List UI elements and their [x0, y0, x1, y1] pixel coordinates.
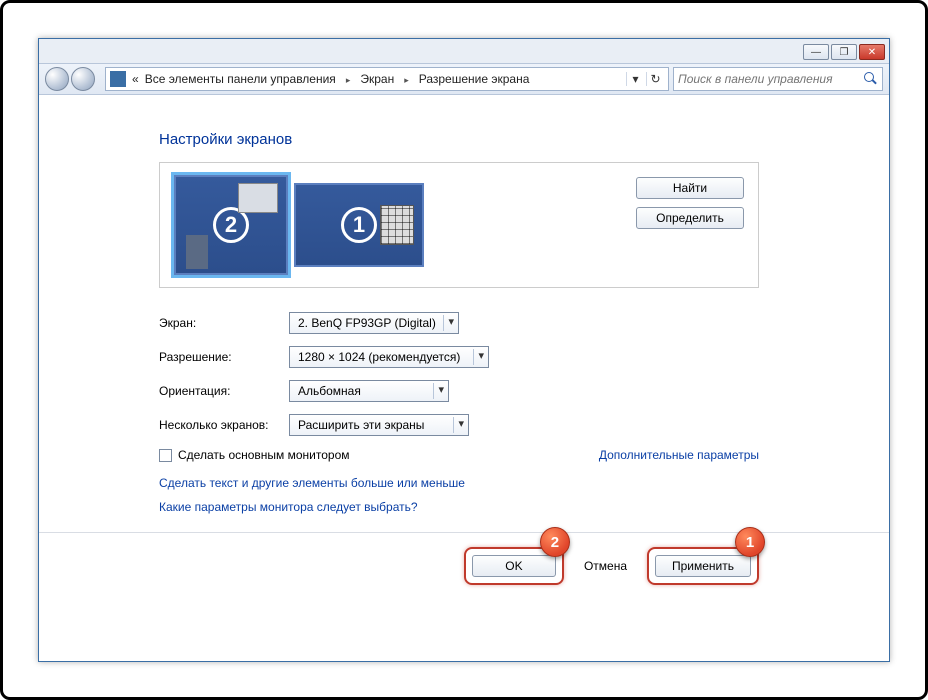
- content-area: Настройки экранов 2 1 Найти Определить Э…: [39, 95, 889, 661]
- monitor-1[interactable]: 1: [294, 183, 424, 267]
- ok-button[interactable]: OK: [472, 555, 556, 577]
- minimize-button[interactable]: —: [803, 44, 829, 60]
- apply-button[interactable]: Применить: [655, 555, 751, 577]
- callout-badge: 2: [540, 527, 570, 557]
- make-main-label: Сделать основным монитором: [178, 448, 350, 462]
- search-input[interactable]: [678, 72, 864, 86]
- cancel-button[interactable]: Отмена: [578, 555, 633, 577]
- keypad-icon: [380, 205, 414, 245]
- screen-label: Экран:: [159, 316, 289, 330]
- monitor-number: 1: [341, 207, 377, 243]
- orientation-dropdown[interactable]: Альбомная: [289, 380, 449, 402]
- monitor-arrangement[interactable]: 2 1 Найти Определить: [159, 162, 759, 288]
- make-main-checkbox[interactable]: [159, 449, 172, 462]
- search-icon: [864, 72, 878, 86]
- orientation-value: Альбомная: [298, 384, 361, 398]
- breadcrumb-item[interactable]: Разрешение экрана: [419, 72, 530, 86]
- titlebar: — ❐ ✕: [39, 39, 889, 63]
- resolution-label: Разрешение:: [159, 350, 289, 364]
- multi-value: Расширить эти экраны: [298, 418, 424, 432]
- window-icon: [238, 183, 278, 213]
- maximize-button[interactable]: ❐: [831, 44, 857, 60]
- callout-badge: 1: [735, 527, 765, 557]
- orientation-label: Ориентация:: [159, 384, 289, 398]
- address-history-dropdown[interactable]: ▾: [626, 72, 644, 86]
- address-bar[interactable]: « Все элементы панели управления Экран Р…: [105, 67, 669, 91]
- breadcrumb-item[interactable]: Все элементы панели управления: [145, 72, 336, 86]
- screen-value: 2. BenQ FP93GP (Digital): [298, 316, 436, 330]
- scale-text-link[interactable]: Сделать текст и другие элементы больше и…: [159, 476, 839, 490]
- which-settings-link[interactable]: Какие параметры монитора следует выбрать…: [159, 500, 839, 514]
- monitor-2[interactable]: 2: [174, 175, 288, 275]
- page-title: Настройки экранов: [159, 131, 839, 148]
- advanced-settings-link[interactable]: Дополнительные параметры: [599, 448, 759, 462]
- nav-back-button[interactable]: [45, 67, 69, 91]
- window: — ❐ ✕ « Все элементы панели управления Э…: [38, 38, 890, 662]
- identify-button[interactable]: Определить: [636, 207, 744, 229]
- close-button[interactable]: ✕: [859, 44, 885, 60]
- refresh-button[interactable]: ↻: [646, 72, 664, 86]
- resolution-dropdown[interactable]: 1280 × 1024 (рекомендуется): [289, 346, 489, 368]
- taskbar-icon: [186, 235, 208, 269]
- breadcrumb-sep-icon: [400, 72, 413, 86]
- breadcrumb-item[interactable]: Экран: [360, 72, 394, 86]
- dialog-buttons: 2 OK Отмена 1 Применить: [159, 547, 759, 585]
- multiple-displays-dropdown[interactable]: Расширить эти экраны: [289, 414, 469, 436]
- search-box[interactable]: [673, 67, 883, 91]
- navbar: « Все элементы панели управления Экран Р…: [39, 63, 889, 95]
- breadcrumb-sep-icon: [342, 72, 355, 86]
- nav-forward-button[interactable]: [71, 67, 95, 91]
- multi-label: Несколько экранов:: [159, 418, 289, 432]
- find-button[interactable]: Найти: [636, 177, 744, 199]
- control-panel-icon: [110, 71, 126, 87]
- callout-frame-ok: 2 OK: [464, 547, 564, 585]
- screen-dropdown[interactable]: 2. BenQ FP93GP (Digital): [289, 312, 459, 334]
- breadcrumb-prefix: «: [132, 72, 139, 86]
- callout-frame-apply: 1 Применить: [647, 547, 759, 585]
- resolution-value: 1280 × 1024 (рекомендуется): [298, 350, 460, 364]
